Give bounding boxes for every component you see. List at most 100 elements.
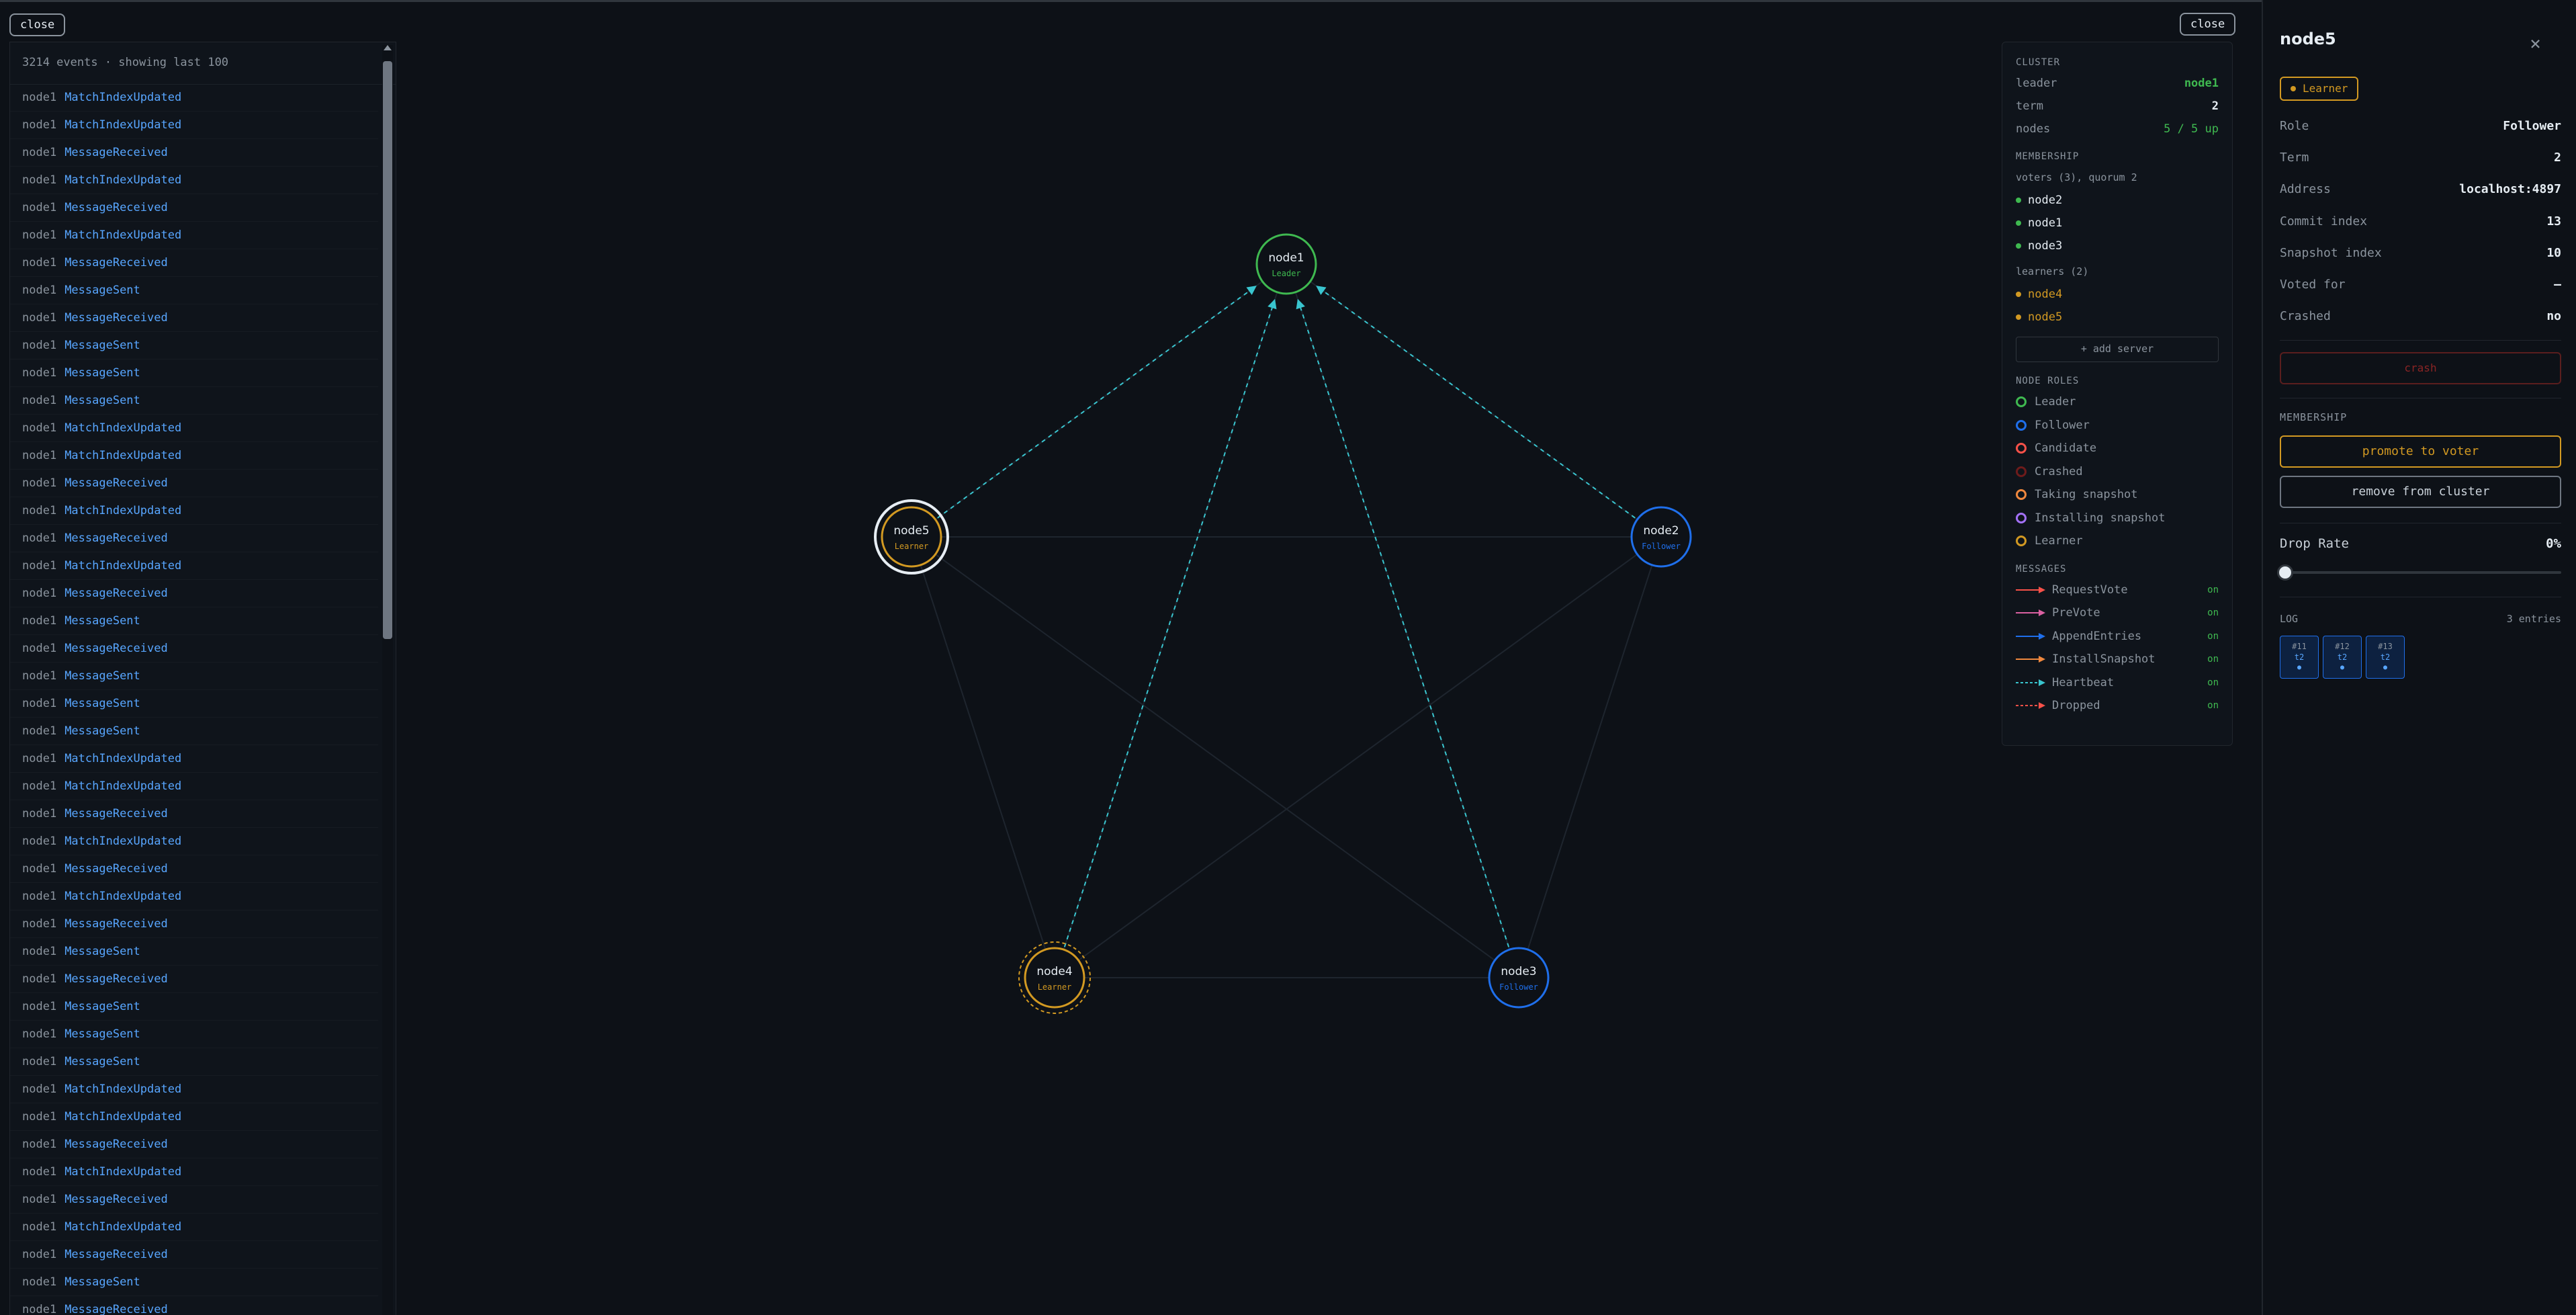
graph-node-node5[interactable]: node5 Learner bbox=[874, 499, 949, 575]
event-row[interactable]: node1 MatchIndexUpdated bbox=[10, 84, 378, 112]
message-arrow-icon bbox=[2016, 586, 2045, 593]
event-row[interactable]: node1 MessageSent bbox=[10, 277, 378, 304]
voter-item[interactable]: node3 bbox=[2016, 235, 2219, 257]
event-row[interactable]: node1 MessageSent bbox=[10, 1269, 378, 1296]
event-row[interactable]: node1 MessageReceived bbox=[10, 139, 378, 167]
slider-handle[interactable] bbox=[2277, 564, 2293, 581]
node-roles-title: NODE ROLES bbox=[2016, 376, 2080, 386]
message-legend-item[interactable]: PreVote on bbox=[2016, 601, 2219, 625]
role-legend-item: Taking snapshot bbox=[2016, 483, 2219, 507]
event-row[interactable]: node1 MessageSent bbox=[10, 690, 378, 718]
close-icon[interactable]: × bbox=[2530, 32, 2541, 54]
event-row[interactable]: node1 MessageSent bbox=[10, 607, 378, 635]
event-row[interactable]: node1 MatchIndexUpdated bbox=[10, 415, 378, 442]
log-entry[interactable]: #11 t2 ● bbox=[2280, 636, 2319, 679]
scroll-thumb[interactable] bbox=[383, 61, 392, 639]
promote-to-voter-button[interactable]: promote to voter bbox=[2280, 435, 2561, 468]
log-entry[interactable]: #13 t2 ● bbox=[2366, 636, 2405, 679]
voter-item[interactable]: node1 bbox=[2016, 212, 2219, 235]
event-row[interactable]: node1 MatchIndexUpdated bbox=[10, 497, 378, 525]
add-server-button[interactable]: + add server bbox=[2016, 337, 2219, 362]
event-row[interactable]: node1 MessageReceived bbox=[10, 525, 378, 552]
property-row: Role Follower bbox=[2280, 110, 2561, 142]
voter-item[interactable]: node2 bbox=[2016, 189, 2219, 212]
message-legend-item[interactable]: AppendEntries on bbox=[2016, 625, 2219, 648]
event-log-panel[interactable]: 3214 events · showing last 100 node1 Matc… bbox=[9, 42, 396, 1315]
learner-item[interactable]: node4 bbox=[2016, 283, 2219, 306]
graph-node-node4[interactable]: node4 Learner bbox=[1018, 941, 1091, 1014]
event-row[interactable]: node1 MessageSent bbox=[10, 663, 378, 690]
event-row[interactable]: node1 MessageSent bbox=[10, 1021, 378, 1048]
property-row: Voted for — bbox=[2280, 269, 2561, 300]
message-toggle[interactable]: on bbox=[2207, 601, 2219, 625]
event-row[interactable]: node1 MessageSent bbox=[10, 387, 378, 415]
message-legend-item[interactable]: InstallSnapshot on bbox=[2016, 648, 2219, 671]
event-row[interactable]: node1 MessageReceived bbox=[10, 855, 378, 883]
crash-button[interactable]: crash bbox=[2280, 352, 2561, 384]
event-row[interactable]: node1 MessageReceived bbox=[10, 910, 378, 938]
message-legend-item[interactable]: Heartbeat on bbox=[2016, 671, 2219, 695]
leader-row: leader node1 bbox=[2016, 72, 2219, 95]
top-border bbox=[0, 0, 2576, 2]
event-row[interactable]: node1 MessageReceived bbox=[10, 470, 378, 497]
learner-item[interactable]: node5 bbox=[2016, 306, 2219, 329]
drop-rate-slider[interactable] bbox=[2277, 564, 2561, 581]
graph-node-node3[interactable]: node3 Follower bbox=[1488, 947, 1550, 1009]
role-ring-icon bbox=[2016, 536, 2027, 547]
event-row[interactable]: node1 MessageReceived bbox=[10, 194, 378, 222]
event-row[interactable]: node1 MatchIndexUpdated bbox=[10, 167, 378, 194]
event-row[interactable]: node1 MessageSent bbox=[10, 359, 378, 387]
event-scrollbar[interactable] bbox=[382, 45, 393, 1315]
event-row[interactable]: node1 MessageReceived bbox=[10, 800, 378, 828]
event-row[interactable]: node1 MessageReceived bbox=[10, 635, 378, 663]
event-node: node1 bbox=[22, 118, 57, 132]
event-row[interactable]: node1 MatchIndexUpdated bbox=[10, 1214, 378, 1241]
event-row[interactable]: node1 MatchIndexUpdated bbox=[10, 745, 378, 773]
event-row[interactable]: node1 MessageSent bbox=[10, 718, 378, 745]
event-row[interactable]: node1 MessageReceived bbox=[10, 1186, 378, 1214]
event-row[interactable]: node1 MatchIndexUpdated bbox=[10, 1158, 378, 1186]
graph-node-node2[interactable]: node2 Follower bbox=[1630, 506, 1692, 568]
nodes-row: nodes 5 / 5 up bbox=[2016, 118, 2219, 140]
message-legend-item[interactable]: Dropped on bbox=[2016, 694, 2219, 718]
event-node: node1 bbox=[22, 724, 57, 738]
event-row[interactable]: node1 MessageReceived bbox=[10, 580, 378, 607]
event-row[interactable]: node1 MessageSent bbox=[10, 1048, 378, 1076]
event-row[interactable]: node1 MatchIndexUpdated bbox=[10, 773, 378, 800]
event-row[interactable]: node1 MatchIndexUpdated bbox=[10, 112, 378, 139]
log-header: LOG 3 entries bbox=[2280, 613, 2561, 625]
remove-from-cluster-button[interactable]: remove from cluster bbox=[2280, 476, 2561, 508]
event-row[interactable]: node1 MessageReceived bbox=[10, 1296, 378, 1315]
event-row[interactable]: node1 MessageReceived bbox=[10, 249, 378, 277]
link-node1-node4 bbox=[1054, 263, 1287, 978]
message-toggle[interactable]: on bbox=[2207, 625, 2219, 648]
event-row[interactable]: node1 MessageReceived bbox=[10, 966, 378, 993]
scroll-up-icon[interactable] bbox=[384, 45, 392, 50]
event-row[interactable]: node1 MessageReceived bbox=[10, 1241, 378, 1269]
graph-node-node1[interactable]: node1 Leader bbox=[1255, 233, 1317, 295]
event-row[interactable]: node1 MatchIndexUpdated bbox=[10, 442, 378, 470]
close-cluster-button[interactable]: close bbox=[2180, 13, 2236, 36]
event-row[interactable]: node1 MatchIndexUpdated bbox=[10, 828, 378, 855]
log-entry[interactable]: #12 t2 ● bbox=[2323, 636, 2362, 679]
event-node: node1 bbox=[22, 256, 57, 269]
message-toggle[interactable]: on bbox=[2207, 579, 2219, 602]
event-row[interactable]: node1 MessageReceived bbox=[10, 1131, 378, 1158]
event-row[interactable]: node1 MatchIndexUpdated bbox=[10, 1076, 378, 1103]
role-legend-item: Learner bbox=[2016, 529, 2219, 553]
event-row[interactable]: node1 MatchIndexUpdated bbox=[10, 883, 378, 910]
message-toggle[interactable]: on bbox=[2207, 648, 2219, 671]
event-row[interactable]: node1 MatchIndexUpdated bbox=[10, 552, 378, 580]
event-row[interactable]: node1 MatchIndexUpdated bbox=[10, 1103, 378, 1131]
message-toggle[interactable]: on bbox=[2207, 671, 2219, 695]
message-legend-item[interactable]: RequestVote on bbox=[2016, 579, 2219, 602]
property-label: Address bbox=[2280, 182, 2331, 197]
committed-dot-icon: ● bbox=[2340, 664, 2345, 671]
event-row[interactable]: node1 MessageSent bbox=[10, 332, 378, 359]
event-row[interactable]: node1 MessageSent bbox=[10, 993, 378, 1021]
message-toggle[interactable]: on bbox=[2207, 694, 2219, 718]
event-row[interactable]: node1 MessageSent bbox=[10, 938, 378, 966]
event-row[interactable]: node1 MessageReceived bbox=[10, 304, 378, 332]
event-row[interactable]: node1 MatchIndexUpdated bbox=[10, 222, 378, 249]
close-events-button[interactable]: close bbox=[9, 13, 66, 36]
